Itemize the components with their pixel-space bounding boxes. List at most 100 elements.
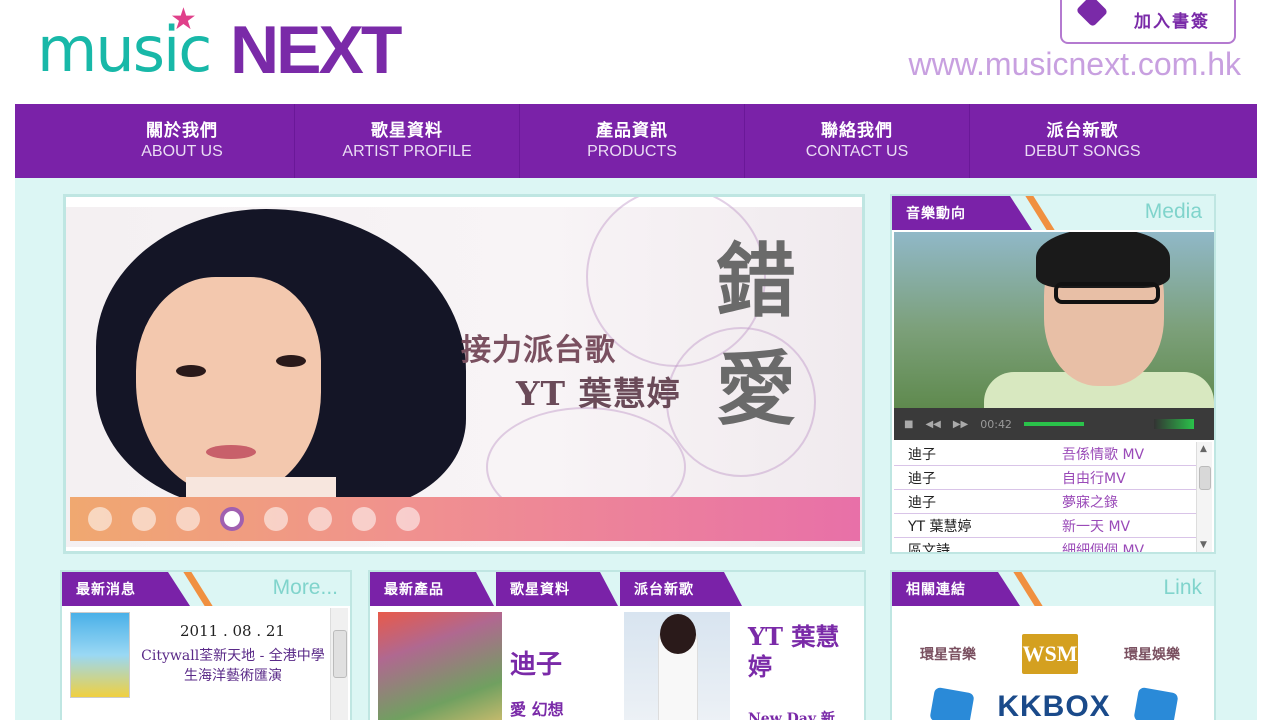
scroll-thumb[interactable] <box>1199 466 1211 490</box>
add-bookmark-button[interactable]: 加入書簽 <box>1060 0 1236 44</box>
news-thumbnail[interactable] <box>70 612 130 698</box>
playlist-artist: 迪子 <box>908 446 936 463</box>
player-time: 00:42 <box>980 417 1012 431</box>
playlist-song[interactable]: 新一天 MV <box>1062 516 1130 536</box>
media-heading-en: Media <box>1144 200 1202 223</box>
star-icon: ★ <box>170 2 197 37</box>
scroll-down-icon[interactable]: ▼ <box>1200 540 1207 550</box>
partner-row-kkbox[interactable]: KKBOX <box>929 686 1179 720</box>
scroll-thumb[interactable] <box>333 630 347 678</box>
site-logo[interactable]: music ★ NEXT <box>37 2 427 84</box>
artist-photo-eye <box>176 365 206 377</box>
partner-text-left: 環星音樂 <box>920 647 976 663</box>
nav-label-en: PRODUCTS <box>587 143 677 160</box>
product-title-2[interactable]: YT 葉慧婷 <box>748 622 858 682</box>
product-cover-2[interactable] <box>624 612 730 720</box>
wsm-logo[interactable]: WSM <box>1022 634 1078 674</box>
banner-artist: YT 葉慧婷 <box>516 374 681 413</box>
playlist-song[interactable]: 細細個個 MV <box>1062 540 1144 553</box>
slide-dot-8[interactable] <box>396 507 420 531</box>
partner-text-right: 環星娛樂 <box>1124 647 1180 663</box>
scroll-up-icon[interactable]: ▲ <box>1200 444 1207 454</box>
nav-label-en: DEBUT SONGS <box>1024 143 1141 160</box>
news-tab-label: 最新消息 <box>76 582 136 598</box>
volume-slider[interactable] <box>1154 419 1194 429</box>
prev-icon[interactable]: ◀◀ <box>925 419 940 430</box>
tab-debut-songs[interactable]: 派台新歌 <box>620 572 742 606</box>
slide-dot-4-active[interactable] <box>220 507 244 531</box>
links-tab[interactable]: 相關連結 <box>892 572 1043 606</box>
kkbox-cube-icon <box>1133 686 1179 720</box>
nav-label-en: ARTIST PROFILE <box>342 143 472 160</box>
slide-dot-2[interactable] <box>132 507 156 531</box>
next-icon[interactable]: ▶▶ <box>953 419 968 430</box>
playlist-song[interactable]: 夢寐之錄 <box>1062 492 1118 512</box>
hero-banner[interactable]: 接力派台歌 YT 葉慧婷 錯愛 <box>63 194 865 554</box>
tag-icon <box>1075 0 1109 28</box>
media-panel: 音樂動向 Media ■ ◀◀ ▶▶ 00:42 迪子 吾係情歌 MV 迪子 自… <box>890 194 1216 554</box>
nav-label-zh: 產品資訊 <box>596 121 668 141</box>
slide-indicator-bar <box>70 497 860 541</box>
slide-dot-1[interactable] <box>88 507 112 531</box>
main-content: 接力派台歌 YT 葉慧婷 錯愛 音樂動向 Media ■ ◀◀ ▶▶ 00:42… <box>15 178 1257 720</box>
playlist-artist: 迪子 <box>908 470 936 487</box>
tab-latest-products[interactable]: 最新產品 <box>370 572 494 606</box>
product-cover-1[interactable] <box>378 612 502 720</box>
playlist-song[interactable]: 自由行MV <box>1062 468 1126 488</box>
nav-label-en: CONTACT US <box>805 143 909 160</box>
product-title-1[interactable]: 迪子 <box>510 644 562 681</box>
news-headline[interactable]: Citywall荃新天地 - 全港中學生海洋藝術匯演 <box>138 646 328 686</box>
video-player[interactable] <box>894 232 1214 408</box>
video-frame-glasses <box>1054 282 1160 304</box>
playlist-artist: 區文詩 <box>908 542 950 553</box>
playlist-item[interactable]: 迪子 吾係情歌 MV <box>894 442 1200 466</box>
links-panel: 相關連結 Link 環星音樂 WSM 環星娛樂 KKBOX <box>890 570 1216 720</box>
slide-dot-7[interactable] <box>352 507 376 531</box>
news-date: 2011 . 08 . 21 <box>180 622 285 640</box>
kkbox-logo[interactable]: KKBOX <box>997 690 1110 720</box>
product-subtitle-2: New Day 新 <box>748 711 835 720</box>
playlist-item[interactable]: 迪子 夢寐之錄 <box>894 490 1200 514</box>
news-item[interactable]: 2011 . 08 . 21 Citywall荃新天地 - 全港中學生海洋藝術匯… <box>70 612 332 712</box>
playlist-item[interactable]: YT 葉慧婷 新一天 MV <box>894 514 1200 538</box>
news-tab[interactable]: 最新消息 <box>62 572 213 606</box>
banner-subtitle: 接力派台歌 <box>461 333 616 368</box>
slide-dot-5[interactable] <box>264 507 288 531</box>
playlist-artist: 迪子 <box>908 494 936 511</box>
playlist-item[interactable]: 迪子 自由行MV <box>894 466 1200 490</box>
media-tab[interactable]: 音樂動向 <box>892 196 1055 230</box>
tab-label: 最新產品 <box>384 582 444 598</box>
add-bookmark-label: 加入書簽 <box>1134 11 1210 32</box>
slide-dot-3[interactable] <box>176 507 200 531</box>
links-tab-label: 相關連結 <box>906 582 966 598</box>
news-scrollbar[interactable] <box>330 608 348 720</box>
slide-dot-6[interactable] <box>308 507 332 531</box>
nav-debut-songs[interactable]: 派台新歌 DEBUT SONGS <box>970 104 1195 178</box>
page: music ★ NEXT 加入書簽 www.musicnext.com.hk 關… <box>15 0 1257 720</box>
playlist-song[interactable]: 吾係情歌 MV <box>1062 444 1144 464</box>
nav-artist-profile[interactable]: 歌星資料 ARTIST PROFILE <box>295 104 520 178</box>
nav-products[interactable]: 產品資訊 PRODUCTS <box>520 104 745 178</box>
playlist-item[interactable]: 區文詩 細細個個 MV <box>894 538 1200 553</box>
media-tab-label: 音樂動向 <box>906 206 966 222</box>
news-panel: 最新消息 More... 2011 . 08 . 21 Citywall荃新天地… <box>60 570 352 720</box>
nav-label-zh: 派台新歌 <box>1046 121 1119 141</box>
banner-song-title: 錯愛 <box>716 234 796 436</box>
news-more-link[interactable]: More... <box>273 576 338 600</box>
tab-label: 派台新歌 <box>634 582 694 598</box>
playlist-scrollbar[interactable]: ▲ ▼ <box>1196 442 1212 552</box>
partner-row-wsm[interactable]: 環星音樂 WSM 環星娛樂 <box>920 634 1180 674</box>
progress-bar[interactable] <box>1023 422 1084 426</box>
nav-label-zh: 聯絡我們 <box>821 121 893 141</box>
playlist: 迪子 吾係情歌 MV 迪子 自由行MV 迪子 夢寐之錄 YT 葉慧婷 新一天 M… <box>894 442 1200 552</box>
tab-label: 歌星資料 <box>510 582 570 598</box>
video-frame-hair <box>1036 232 1170 288</box>
tab-artist-info[interactable]: 歌星資料 <box>496 572 618 606</box>
nav-label-zh: 歌星資料 <box>371 121 443 141</box>
stop-icon[interactable]: ■ <box>904 419 913 430</box>
main-nav: 關於我們 ABOUT US 歌星資料 ARTIST PROFILE 產品資訊 P… <box>15 104 1257 178</box>
nav-contact-us[interactable]: 聯絡我們 CONTACT US <box>745 104 970 178</box>
nav-about-us[interactable]: 關於我們 ABOUT US <box>70 104 295 178</box>
links-heading-en: Link <box>1163 576 1202 599</box>
player-controls: ■ ◀◀ ▶▶ 00:42 <box>894 408 1214 440</box>
